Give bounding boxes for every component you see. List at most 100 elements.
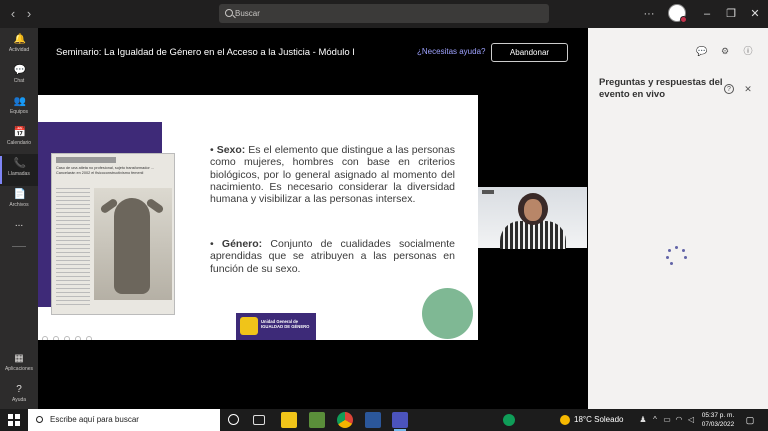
slide-control-icon[interactable] bbox=[86, 336, 92, 340]
clipping-headline: Caso de una atleta no profesional, sujet… bbox=[56, 166, 154, 175]
definition-term: Sexo: bbox=[216, 144, 246, 156]
rail-item-chat[interactable]: 💬 Chat bbox=[0, 61, 38, 93]
chevron-up-icon[interactable]: ^ bbox=[650, 415, 660, 425]
rail-item-activity[interactable]: 🔔 Actividad bbox=[0, 30, 38, 62]
presenter-face bbox=[524, 199, 542, 221]
help-icon[interactable]: ? bbox=[724, 84, 734, 94]
app-rail: 🔔 Actividad 💬 Chat 👥 Equipos 📅 Calendari… bbox=[0, 28, 38, 409]
logo-emblem-icon bbox=[240, 317, 258, 335]
search-icon bbox=[225, 9, 233, 17]
rail-item-teams[interactable]: 👥 Equipos bbox=[0, 92, 38, 124]
word-icon[interactable] bbox=[365, 412, 381, 428]
rail-item-help[interactable]: ? Ayuda bbox=[0, 380, 38, 412]
calendar-icon: 📅 bbox=[13, 127, 26, 138]
definition-text: Es el elemento que distingue a las perso… bbox=[210, 144, 455, 206]
rail-item-label: Equipos bbox=[9, 109, 29, 115]
newspaper-clipping: Caso de una atleta no profesional, sujet… bbox=[51, 153, 175, 315]
volume-icon[interactable]: ◁ bbox=[686, 415, 696, 425]
definition-term: Género: bbox=[221, 238, 263, 250]
clipping-photo bbox=[94, 188, 172, 300]
notification-icon[interactable]: ▢ bbox=[744, 414, 756, 426]
maximize-button[interactable]: ❐ bbox=[724, 7, 738, 21]
clock-date: 07/03/2022 bbox=[701, 421, 735, 428]
rail-item-label: Archivos bbox=[9, 202, 29, 208]
meeting-title: Seminario: La Igualdad de Género en el A… bbox=[56, 47, 355, 58]
search-icon bbox=[36, 416, 43, 423]
rail-item-calls[interactable]: 📞 Llamadas bbox=[0, 154, 38, 186]
battery-icon[interactable]: ▭ bbox=[662, 415, 672, 425]
clock-time: 05:37 p. m. bbox=[701, 412, 735, 419]
photo-figure bbox=[114, 198, 150, 294]
search-placeholder: Buscar bbox=[235, 9, 260, 18]
rail-item-label: Aplicaciones bbox=[4, 366, 34, 372]
minimize-button[interactable]: – bbox=[700, 7, 714, 21]
chat-icon[interactable]: 💬 bbox=[696, 46, 707, 56]
file-explorer-icon[interactable] bbox=[281, 412, 297, 428]
rail-item-label: Chat bbox=[13, 78, 25, 84]
phone-icon: 📞 bbox=[13, 158, 26, 169]
slide-control-icon[interactable] bbox=[53, 336, 59, 340]
store-app-icon[interactable] bbox=[309, 412, 325, 428]
rail-item-files[interactable]: 📄 Archivos bbox=[0, 185, 38, 217]
rail-item-more[interactable]: ... bbox=[0, 218, 38, 234]
teams-app-icon[interactable] bbox=[392, 412, 408, 431]
presenter-video[interactable] bbox=[478, 187, 587, 249]
gear-icon[interactable]: ⚙ bbox=[720, 46, 730, 56]
title-bar: ‹ › Buscar ··· – ❐ ✕ bbox=[0, 0, 768, 28]
close-button[interactable]: ✕ bbox=[748, 7, 762, 21]
more-icon: ... bbox=[14, 218, 24, 229]
institution-logo: Unidad General de IGUALDAD DE GÉNERO bbox=[236, 313, 316, 340]
rail-item-label: Ayuda bbox=[11, 397, 27, 403]
rail-item-label: Actividad bbox=[8, 47, 30, 53]
slide-controls bbox=[42, 329, 122, 340]
taskbar-search-input[interactable]: Escribe aquí para buscar bbox=[28, 409, 220, 431]
taskbar-clock[interactable]: 05:37 p. m. 07/03/2022 bbox=[698, 411, 738, 429]
chrome-icon[interactable] bbox=[337, 412, 353, 428]
definition-sexo: • Sexo: Es el elemento que distingue a l… bbox=[210, 144, 455, 206]
weather-widget[interactable]: 18°C Soleado bbox=[560, 413, 623, 427]
presenter-body bbox=[500, 221, 566, 249]
shared-slide: Caso de una atleta no profesional, sujet… bbox=[38, 95, 478, 340]
logo-text: Unidad General de IGUALDAD DE GÉNERO bbox=[261, 319, 310, 329]
rail-item-apps[interactable]: ▦ Aplicaciones bbox=[0, 349, 38, 381]
decorative-circle bbox=[422, 288, 473, 339]
sun-icon bbox=[560, 414, 570, 425]
weather-text: Soleado bbox=[594, 415, 624, 424]
loading-spinner bbox=[665, 246, 689, 266]
rail-item-label: Calendario bbox=[6, 140, 32, 146]
people-icon[interactable]: ♟ bbox=[638, 415, 648, 425]
definition-genero: • Género: Conjunto de cualidades socialm… bbox=[210, 238, 456, 275]
apps-icon: ▦ bbox=[14, 353, 24, 364]
help-icon: ? bbox=[16, 384, 22, 395]
slide-control-icon[interactable] bbox=[75, 336, 81, 340]
slide-control-icon[interactable] bbox=[42, 336, 48, 340]
clipping-header bbox=[56, 157, 116, 163]
whatsapp-icon[interactable] bbox=[503, 414, 515, 426]
task-view-icon[interactable] bbox=[253, 415, 265, 425]
cortana-icon[interactable] bbox=[228, 414, 239, 425]
more-options-icon[interactable]: ··· bbox=[642, 7, 656, 21]
bell-icon: 🔔 bbox=[13, 34, 26, 45]
rail-item-calendar[interactable]: 📅 Calendario bbox=[0, 123, 38, 155]
slide-control-icon[interactable] bbox=[64, 336, 70, 340]
info-icon[interactable]: ⓘ bbox=[743, 46, 753, 56]
weather-temp: 18°C bbox=[574, 415, 592, 424]
panel-title: Preguntas y respuestas del evento en viv… bbox=[599, 77, 723, 100]
windows-start-icon[interactable] bbox=[8, 414, 20, 426]
qa-panel: 💬 ⚙ ⓘ Preguntas y respuestas del evento … bbox=[588, 28, 768, 409]
chevron-right-icon[interactable]: › bbox=[22, 6, 36, 22]
help-link[interactable]: ¿Necesitas ayuda? bbox=[417, 47, 485, 56]
wifi-icon[interactable]: ◠ bbox=[674, 415, 684, 425]
rail-item-label: Llamadas bbox=[8, 171, 30, 177]
leave-button[interactable]: Abandonar bbox=[491, 43, 568, 62]
close-icon[interactable]: ✕ bbox=[743, 84, 753, 94]
windows-taskbar: Escribe aquí para buscar 18°C Soleado ♟ … bbox=[0, 409, 768, 431]
taskbar-search-placeholder: Escribe aquí para buscar bbox=[50, 415, 139, 424]
chat-icon: 💬 bbox=[13, 65, 26, 76]
chevron-left-icon[interactable]: ‹ bbox=[6, 6, 20, 22]
video-logo bbox=[482, 190, 494, 194]
file-icon: 📄 bbox=[13, 189, 26, 200]
search-input[interactable]: Buscar bbox=[219, 4, 549, 23]
clipping-column bbox=[56, 188, 90, 306]
rail-divider bbox=[12, 246, 26, 247]
